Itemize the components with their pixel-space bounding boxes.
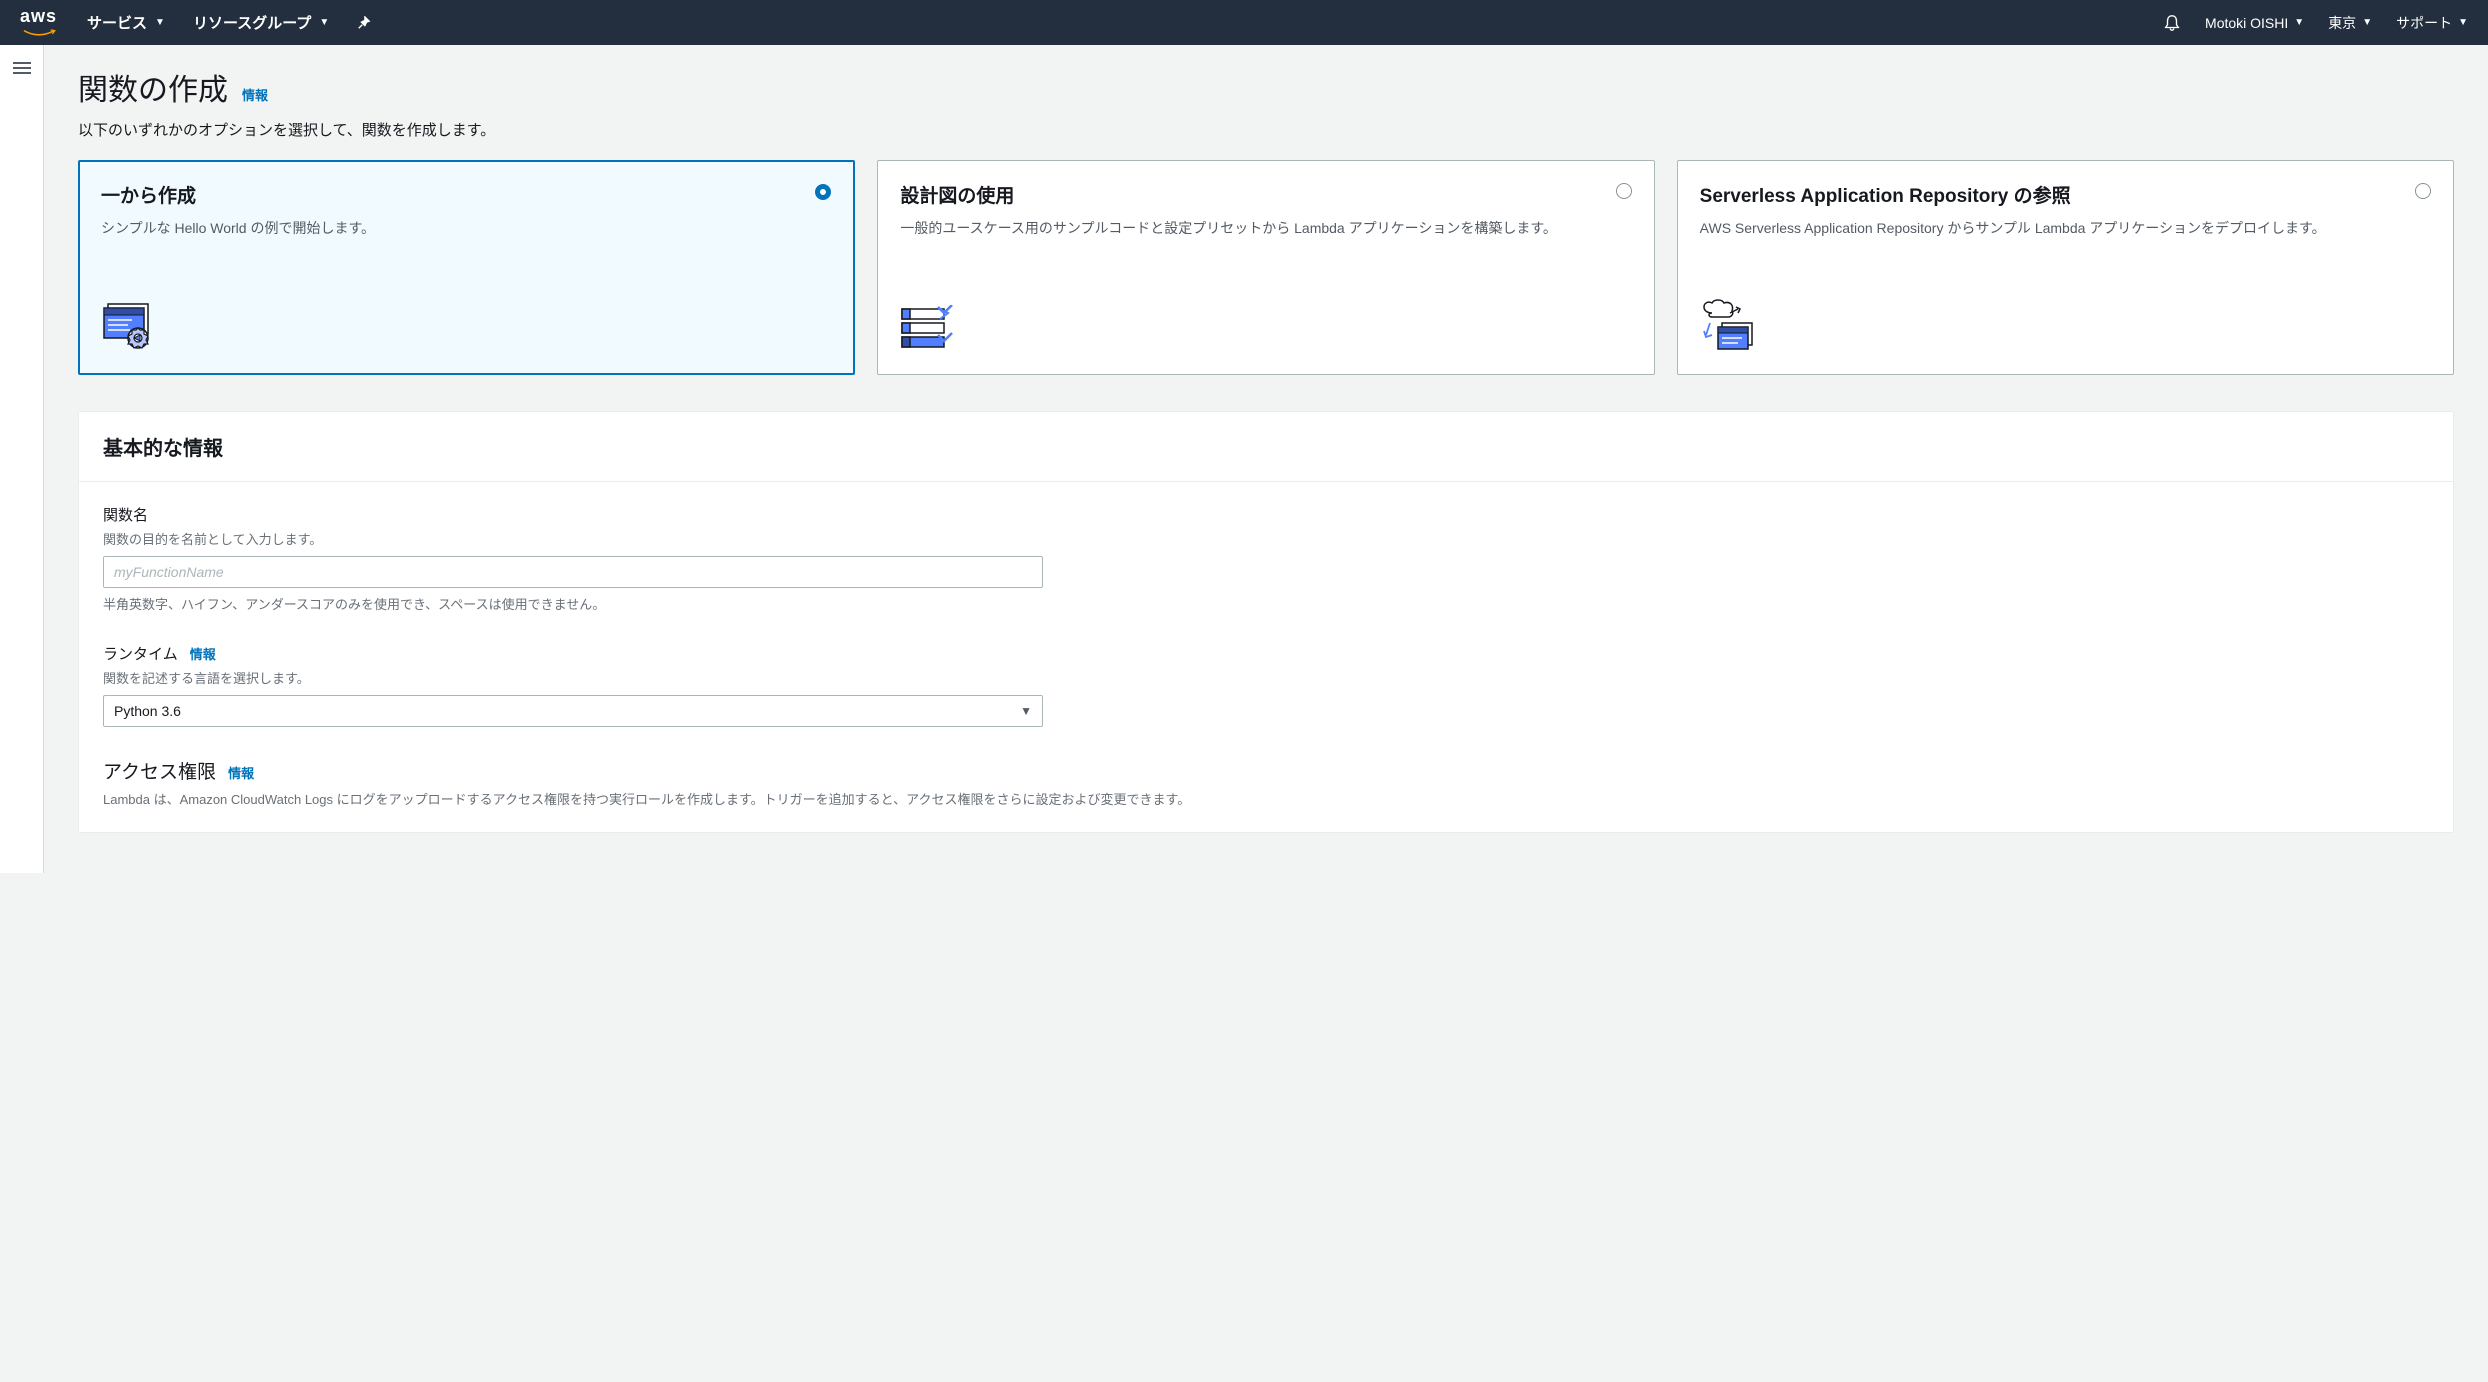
nav-notifications[interactable]	[2163, 14, 2181, 32]
nav-region-label: 東京	[2328, 13, 2356, 33]
nav-user-label: Motoki OISHI	[2205, 15, 2288, 31]
bell-icon	[2163, 14, 2181, 32]
nav-pin[interactable]	[357, 16, 371, 30]
nav-support-label: サポート	[2396, 13, 2452, 33]
serverless-repo-icon	[1700, 299, 1764, 356]
top-nav: aws サービス ▼ リソースグループ ▼ Motoki OISHI ▼	[0, 0, 2488, 45]
function-name-label: 関数名	[103, 504, 2429, 525]
aws-logo[interactable]: aws	[20, 6, 57, 39]
runtime-label: ランタイム	[103, 643, 178, 664]
hamburger-icon[interactable]	[13, 59, 31, 73]
permissions-info-link[interactable]: 情報	[228, 763, 254, 782]
permissions-group: アクセス権限 情報 Lambda は、Amazon CloudWatch Log…	[103, 757, 2429, 810]
scratch-icon	[102, 300, 160, 355]
caret-down-icon: ▼	[2458, 17, 2468, 28]
page-title: 関数の作成	[78, 65, 228, 109]
option-desc: AWS Serverless Application Repository から…	[1700, 218, 2431, 239]
option-title: Serverless Application Repository の参照	[1700, 181, 2431, 208]
option-serverless-repo[interactable]: Serverless Application Repository の参照 AW…	[1677, 160, 2454, 375]
radio-icon	[1616, 183, 1632, 199]
nav-services[interactable]: サービス ▼	[87, 12, 165, 33]
caret-down-icon: ▼	[319, 17, 329, 28]
aws-smile-icon	[21, 29, 57, 39]
nav-user[interactable]: Motoki OISHI ▼	[2205, 15, 2304, 31]
pin-icon	[357, 16, 371, 30]
function-name-group: 関数名 関数の目的を名前として入力します。 半角英数字、ハイフン、アンダースコア…	[103, 504, 2429, 613]
permissions-label: アクセス権限	[103, 757, 216, 784]
nav-support[interactable]: サポート ▼	[2396, 13, 2468, 33]
nav-region[interactable]: 東京 ▼	[2328, 13, 2372, 33]
function-name-help: 半角英数字、ハイフン、アンダースコアのみを使用でき、スペースは使用できません。	[103, 594, 2429, 613]
option-author-from-scratch[interactable]: 一から作成 シンプルな Hello World の例で開始します。	[78, 160, 855, 375]
nav-services-label: サービス	[87, 12, 147, 33]
left-rail	[0, 45, 44, 873]
option-title: 一から作成	[101, 181, 832, 208]
option-desc: シンプルな Hello World の例で開始します。	[101, 218, 832, 239]
main-content: 関数の作成 情報 以下のいずれかのオプションを選択して、関数を作成します。 一か…	[44, 45, 2488, 873]
caret-down-icon: ▼	[2362, 17, 2372, 28]
runtime-group: ランタイム 情報 関数を記述する言語を選択します。 Python 3.6 ▼	[103, 643, 2429, 727]
option-title: 設計図の使用	[900, 181, 1631, 208]
nav-resource-groups-label: リソースグループ	[193, 12, 311, 33]
blueprint-icon	[900, 305, 958, 356]
runtime-selected-value: Python 3.6	[114, 703, 181, 719]
runtime-info-link[interactable]: 情報	[190, 644, 216, 663]
info-link[interactable]: 情報	[242, 85, 268, 104]
runtime-hint: 関数を記述する言語を選択します。	[103, 668, 2429, 687]
option-use-blueprint[interactable]: 設計図の使用 一般的ユースケース用のサンプルコードと設定プリセットから Lamb…	[877, 160, 1654, 375]
permissions-desc: Lambda は、Amazon CloudWatch Logs にログをアップロ…	[103, 790, 2429, 810]
caret-down-icon: ▼	[2294, 17, 2304, 28]
caret-down-icon: ▼	[155, 17, 165, 28]
radio-icon	[2415, 183, 2431, 199]
nav-resource-groups[interactable]: リソースグループ ▼	[193, 12, 329, 33]
caret-down-icon: ▼	[1020, 704, 1032, 718]
panel-title: 基本的な情報	[103, 432, 2429, 461]
option-desc: 一般的ユースケース用のサンプルコードと設定プリセットから Lambda アプリケ…	[900, 218, 1631, 239]
function-name-input[interactable]	[103, 556, 1043, 588]
basic-info-panel: 基本的な情報 関数名 関数の目的を名前として入力します。 半角英数字、ハイフン、…	[78, 411, 2454, 833]
creation-options: 一から作成 シンプルな Hello World の例で開始します。	[78, 160, 2454, 375]
function-name-hint: 関数の目的を名前として入力します。	[103, 529, 2429, 548]
page-subtitle: 以下のいずれかのオプションを選択して、関数を作成します。	[78, 119, 2454, 140]
runtime-select[interactable]: Python 3.6 ▼	[103, 695, 1043, 727]
